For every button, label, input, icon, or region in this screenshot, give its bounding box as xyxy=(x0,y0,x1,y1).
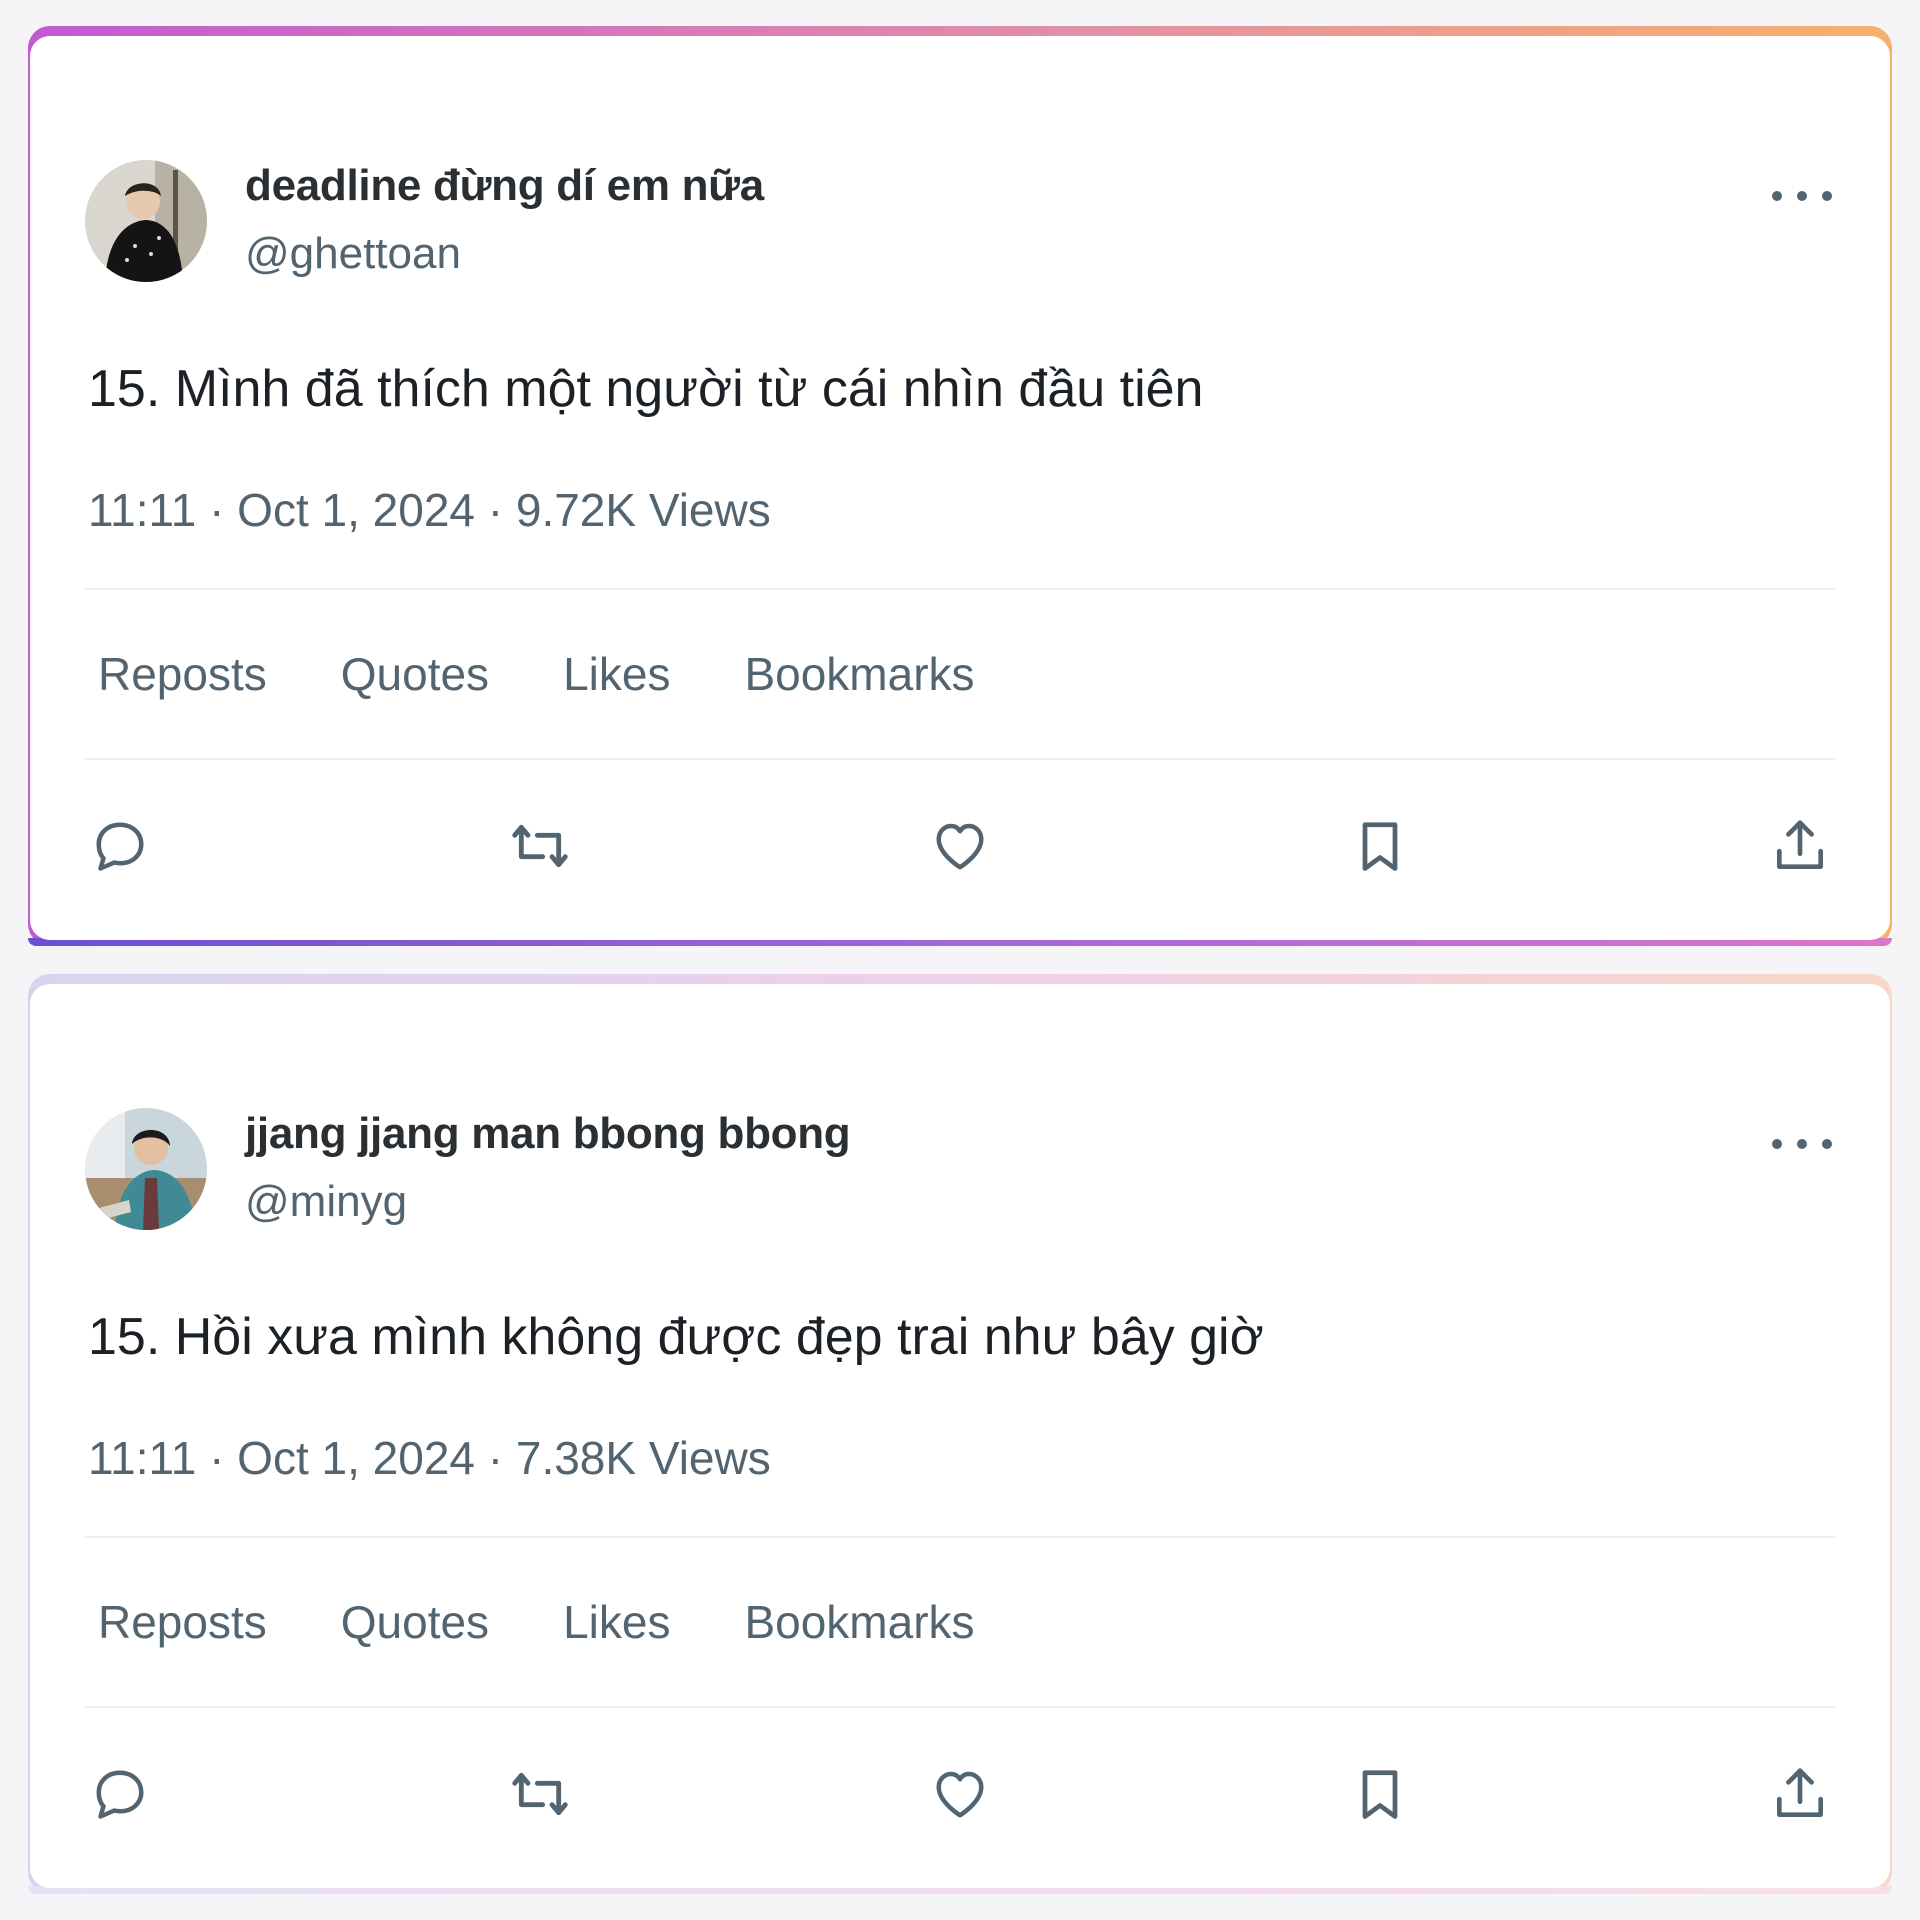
user-handle[interactable]: @minyg xyxy=(245,1172,850,1232)
more-options-icon[interactable] xyxy=(1772,1124,1832,1164)
like-icon[interactable] xyxy=(928,814,992,878)
divider xyxy=(85,1706,1835,1708)
engagement-tabs: Reposts Quotes Likes Bookmarks xyxy=(98,644,1049,704)
repost-icon[interactable] xyxy=(508,814,572,878)
like-icon[interactable] xyxy=(928,1762,992,1826)
reply-icon[interactable] xyxy=(88,1762,152,1826)
engagement-tabs: Reposts Quotes Likes Bookmarks xyxy=(98,1592,1049,1652)
screenshot-collage: deadline đừng dí em nữa @ghettoan 15. Mì… xyxy=(0,0,1920,1920)
tweet-card: jjang jjang man bbong bbong @minyg 15. H… xyxy=(30,984,1890,1888)
tweet-meta: 11:11 · Oct 1, 2024 · 9.72K Views xyxy=(88,484,771,536)
share-icon[interactable] xyxy=(1768,814,1832,878)
tweet-text: 15. Mình đã thích một người từ cái nhìn … xyxy=(88,360,1204,418)
tweet-card-frame: jjang jjang man bbong bbong @minyg 15. H… xyxy=(28,974,1892,1894)
author-info: deadline đừng dí em nữa @ghettoan xyxy=(245,158,764,284)
avatar[interactable] xyxy=(85,1108,207,1230)
display-name[interactable]: deadline đừng dí em nữa xyxy=(245,158,764,214)
divider xyxy=(85,588,1835,590)
share-icon[interactable] xyxy=(1768,1762,1832,1826)
tweet-card: deadline đừng dí em nữa @ghettoan 15. Mì… xyxy=(30,36,1890,940)
tweet-text: 15. Hồi xưa mình không được đẹp trai như… xyxy=(88,1308,1264,1366)
reposts-link[interactable]: Reposts xyxy=(98,644,267,704)
tweet-meta: 11:11 · Oct 1, 2024 · 7.38K Views xyxy=(88,1432,771,1484)
action-bar xyxy=(88,806,1832,886)
divider xyxy=(85,758,1835,760)
reposts-link[interactable]: Reposts xyxy=(98,1592,267,1652)
bookmark-icon[interactable] xyxy=(1348,1762,1412,1826)
likes-link[interactable]: Likes xyxy=(563,644,670,704)
quotes-link[interactable]: Quotes xyxy=(341,644,489,704)
display-name[interactable]: jjang jjang man bbong bbong xyxy=(245,1106,851,1162)
reply-icon[interactable] xyxy=(88,814,152,878)
bookmarks-link[interactable]: Bookmarks xyxy=(744,1592,974,1652)
bookmark-icon[interactable] xyxy=(1348,814,1412,878)
tweet-header: jjang jjang man bbong bbong @minyg xyxy=(85,1106,851,1232)
likes-link[interactable]: Likes xyxy=(563,1592,670,1652)
divider xyxy=(85,1536,1835,1538)
tweet-header: deadline đừng dí em nữa @ghettoan xyxy=(85,158,764,284)
action-bar xyxy=(88,1754,1832,1834)
more-options-icon[interactable] xyxy=(1772,176,1832,216)
tweet-card-frame: deadline đừng dí em nữa @ghettoan 15. Mì… xyxy=(28,26,1892,946)
author-info: jjang jjang man bbong bbong @minyg xyxy=(245,1106,851,1232)
avatar[interactable] xyxy=(85,160,207,282)
bookmarks-link[interactable]: Bookmarks xyxy=(744,644,974,704)
repost-icon[interactable] xyxy=(508,1762,572,1826)
user-handle[interactable]: @ghettoan xyxy=(245,224,764,284)
quotes-link[interactable]: Quotes xyxy=(341,1592,489,1652)
